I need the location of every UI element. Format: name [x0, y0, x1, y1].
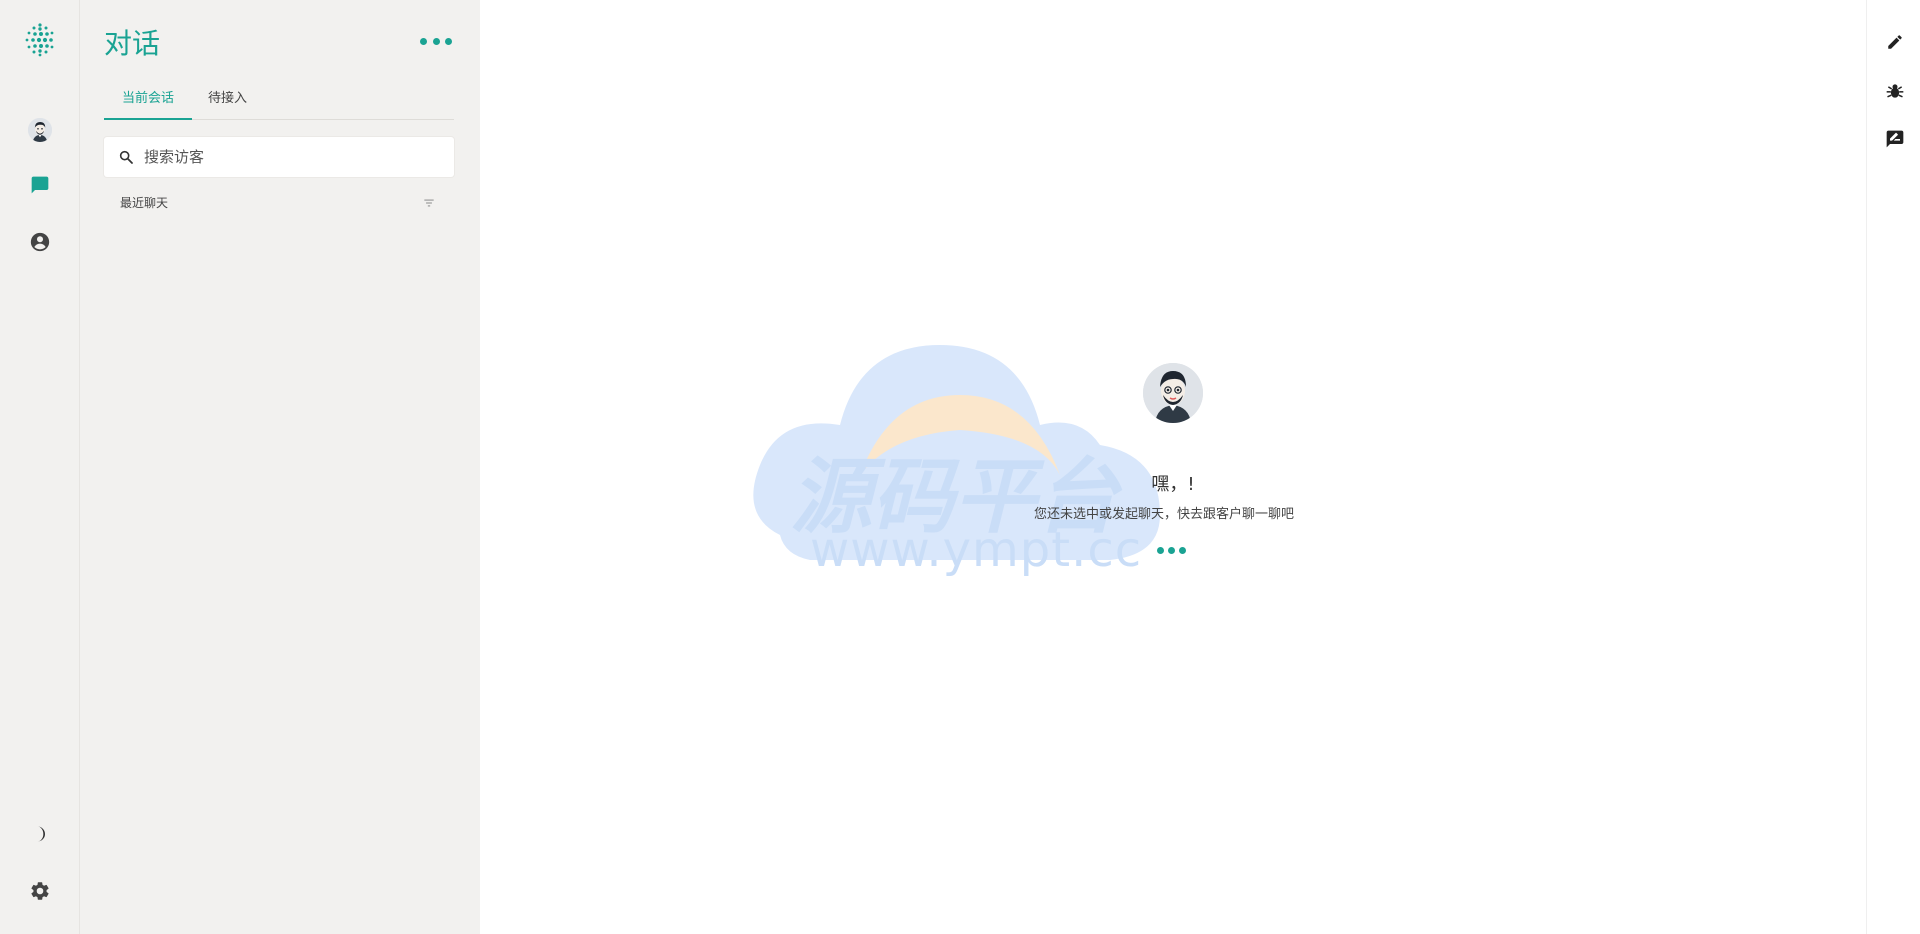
search-icon — [119, 150, 133, 164]
search-box — [104, 137, 454, 177]
tab-pending[interactable]: 待接入 — [208, 86, 247, 118]
empty-state-title: 嘿，! — [480, 470, 1866, 496]
app-window: 对话 当前会话 待接入 最近聊天 源码平台 — [0, 0, 1920, 934]
contacts-nav-button[interactable] — [20, 222, 60, 262]
profile-avatar-button[interactable] — [20, 110, 60, 150]
empty-state-dots — [1157, 547, 1186, 554]
search-input[interactable] — [142, 147, 436, 167]
half-moon-icon — [37, 826, 46, 842]
note-button[interactable] — [1884, 128, 1906, 150]
right-toolbar — [1866, 0, 1920, 934]
watermark-url: www.ympt.cc — [810, 522, 1143, 578]
dot-icon — [1179, 547, 1186, 554]
nav-rail — [0, 0, 80, 934]
avatar-icon — [28, 118, 52, 142]
panel-title: 对话 — [104, 27, 161, 60]
dot-icon — [1168, 547, 1175, 554]
account-circle-icon — [30, 232, 50, 252]
filter-icon[interactable] — [422, 196, 436, 210]
more-dot-icon — [420, 37, 427, 45]
tab-current-sessions[interactable]: 当前会话 — [104, 86, 192, 120]
rate-review-icon — [1886, 130, 1904, 148]
gear-icon — [31, 882, 49, 900]
more-dot-icon — [445, 37, 452, 45]
conversation-tabs: 当前会话 待接入 — [104, 86, 454, 120]
chats-nav-button[interactable] — [20, 165, 60, 205]
recent-chats-label: 最近聊天 — [120, 196, 169, 210]
edit-button[interactable] — [1884, 31, 1906, 53]
debug-button[interactable] — [1884, 80, 1906, 102]
empty-state-avatar — [1143, 363, 1203, 423]
chat-main-area: 源码平台 www.ympt.cc 嘿，! 您还未选中或发起聊天，快去跟客户聊一聊… — [480, 0, 1866, 934]
panel-more-button[interactable] — [420, 30, 452, 52]
empty-state-subtitle: 您还未选中或发起聊天，快去跟客户聊一聊吧 — [1034, 507, 1295, 522]
chat-bubble-icon — [31, 176, 49, 194]
conversation-panel: 对话 当前会话 待接入 最近聊天 — [80, 0, 480, 934]
greeting-text: 嘿，! — [1151, 474, 1195, 495]
pencil-icon — [1888, 35, 1902, 49]
theme-toggle-button[interactable] — [20, 814, 60, 854]
logo-icon[interactable] — [20, 20, 60, 60]
more-dot-icon — [432, 37, 440, 45]
dot-icon — [1157, 547, 1164, 554]
settings-button[interactable] — [20, 871, 60, 911]
bug-icon — [1886, 84, 1904, 98]
